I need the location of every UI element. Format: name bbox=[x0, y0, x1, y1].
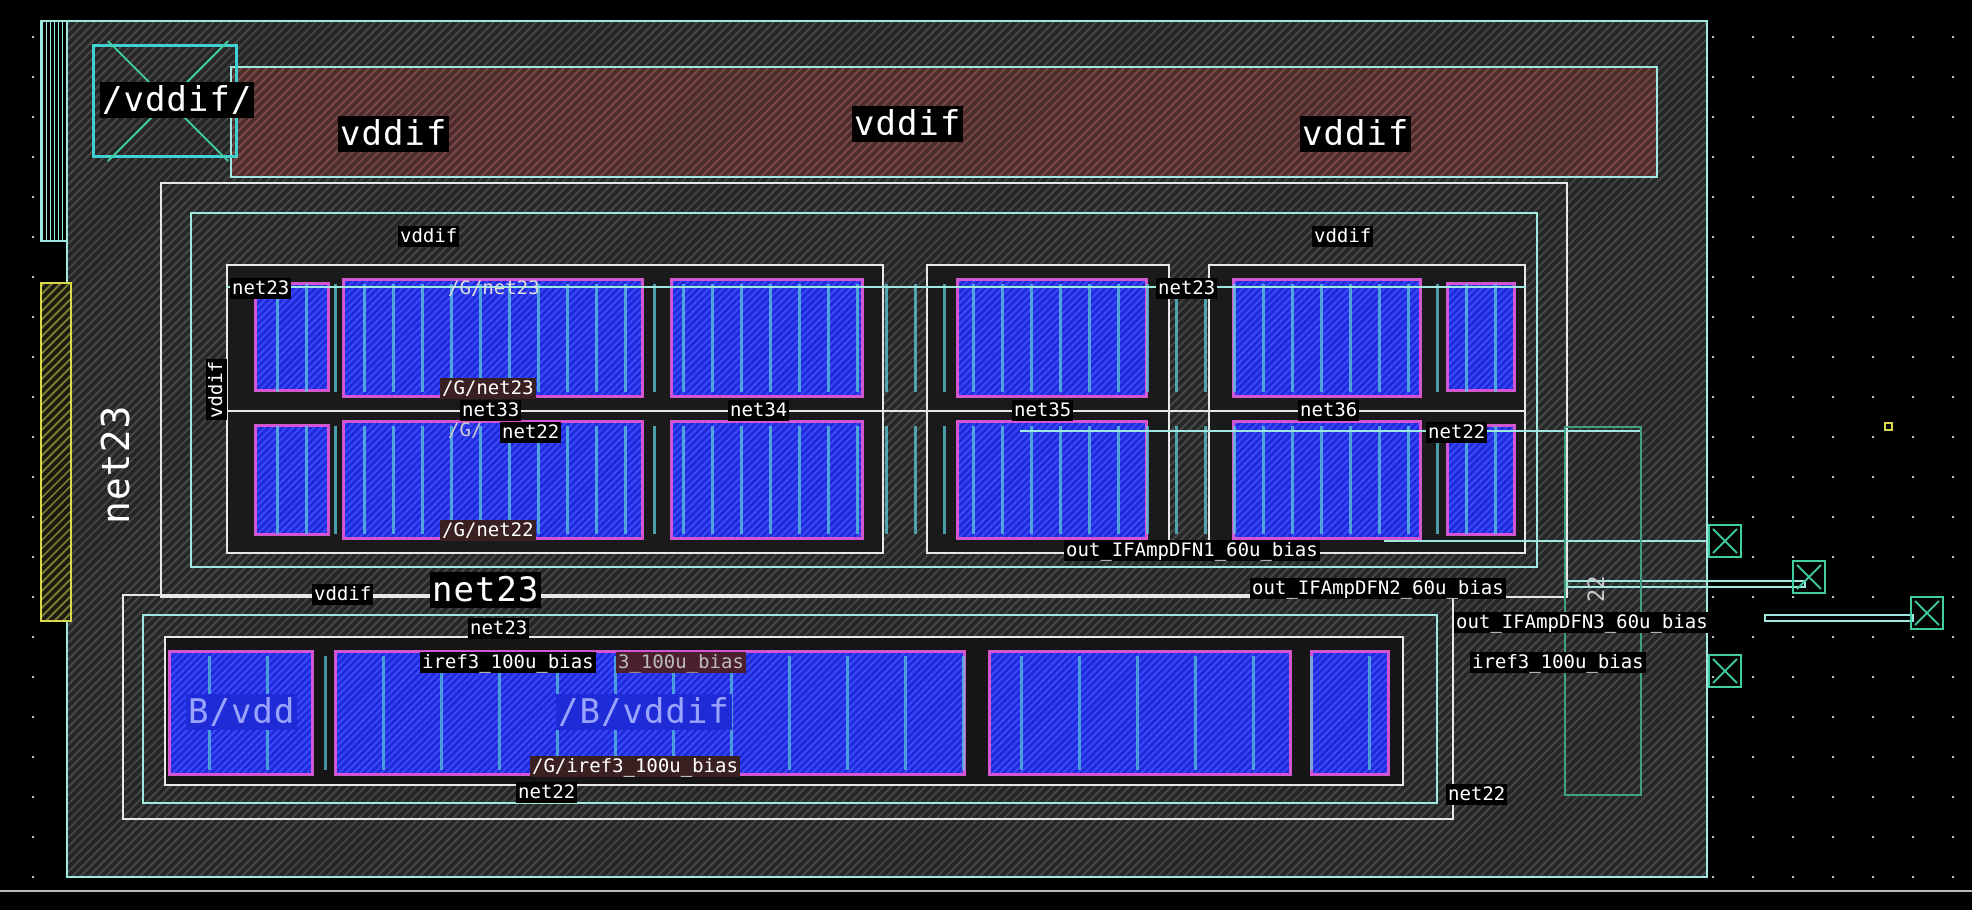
out1-route bbox=[1384, 540, 1710, 542]
left-rail[interactable] bbox=[40, 20, 68, 242]
vertical-22-label: 22 bbox=[1585, 575, 1610, 603]
vddif-label-row-right: vddif bbox=[1312, 225, 1374, 247]
g-net23-label: /G/net23 bbox=[448, 277, 540, 299]
vddif-pin-label: /vddif/ bbox=[100, 80, 255, 120]
out1-label: out_IFAmpDFN1_60u_bias bbox=[1064, 539, 1320, 561]
net33-label: net33 bbox=[460, 399, 522, 421]
g-iref3-label: /G/iref3_100u_bias bbox=[530, 755, 740, 777]
net23-label-bottom: net23 bbox=[468, 617, 530, 639]
layout-canvas[interactable]: /vddif/ vddif vddif vddif vddif vddif ne… bbox=[0, 0, 1972, 910]
net34-label: net34 bbox=[728, 399, 790, 421]
finger-overlay-lower bbox=[172, 656, 1386, 770]
net22-label-bottom: net22 bbox=[516, 781, 578, 803]
net23-label-big-bottom: net23 bbox=[430, 570, 542, 610]
vddif-label-row-left: vddif bbox=[398, 225, 460, 247]
bus-net23-row1 bbox=[226, 286, 1526, 288]
net35-label: net35 bbox=[1012, 399, 1074, 421]
iref3-pin[interactable] bbox=[1708, 654, 1742, 688]
out3-pin[interactable] bbox=[1910, 596, 1944, 630]
out3-route bbox=[1764, 614, 1914, 622]
vddif-label-top-right: vddif bbox=[1300, 114, 1412, 154]
out1-pin[interactable] bbox=[1708, 524, 1742, 558]
net22-label-right: net22 bbox=[1426, 421, 1488, 443]
iref3-label-left-tail: 3_100u_bias bbox=[616, 651, 746, 673]
net22-label-bottom-right: net22 bbox=[1446, 783, 1508, 805]
finger-overlay-r1 bbox=[262, 284, 1512, 392]
vddif-label-side: vddif bbox=[205, 358, 227, 420]
vddif-label-bottom: vddif bbox=[312, 583, 374, 605]
bus-net22-row2 bbox=[1020, 430, 1640, 432]
net23-label-left: net23 bbox=[230, 277, 292, 299]
iref3-label-right: iref3_100u_bias bbox=[1470, 651, 1646, 673]
g-net23-label-b: /G/net23 bbox=[440, 377, 536, 399]
vddif-label-top-mid: vddif bbox=[852, 104, 964, 144]
b-vddif-label: /B/vddif bbox=[556, 692, 732, 732]
origin-marker[interactable] bbox=[1884, 422, 1893, 431]
iref3-label-left: iref3_100u_bias bbox=[420, 651, 596, 673]
left-net23-rail[interactable] bbox=[40, 282, 72, 622]
vddif-label-top-left: vddif bbox=[338, 114, 450, 154]
net23-label-vertical: net23 bbox=[94, 404, 138, 524]
out3-label: out_IFAmpDFN3_60u_bias bbox=[1454, 611, 1710, 633]
g-net22-label-b: /G/net22 bbox=[440, 519, 536, 541]
net23-label-mid: net23 bbox=[1156, 277, 1218, 299]
b-vdd-label: B/vdd bbox=[186, 692, 298, 732]
out2-pin[interactable] bbox=[1792, 560, 1826, 594]
net36-label: net36 bbox=[1298, 399, 1360, 421]
finger-overlay-r2 bbox=[262, 426, 1512, 534]
bottom-baseline bbox=[0, 890, 1972, 892]
g-net22-prefix-label: /G/ bbox=[448, 419, 483, 441]
out2-label: out_IFAmpDFN2_60u_bias bbox=[1250, 577, 1506, 599]
net22-label-a: net22 bbox=[500, 421, 562, 443]
